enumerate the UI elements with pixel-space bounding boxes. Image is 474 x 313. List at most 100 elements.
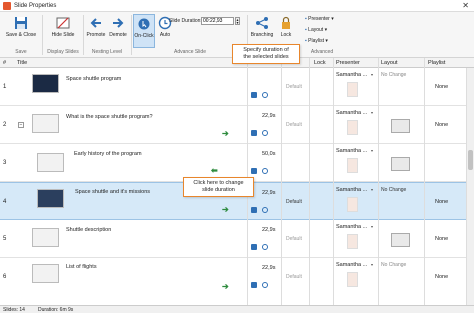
slide-title: Early history of the program [74,151,142,157]
copy-icon[interactable] [251,92,257,98]
playlist-dropdown[interactable]: ▪ Playlist ▾ [305,38,328,44]
default-lock: Default [286,199,302,205]
tooltip-line: the selected slides [243,54,289,60]
layout-dropdown[interactable]: ▪ Layout ▾ [305,27,327,33]
default-lock: Default [286,84,302,90]
playlist-value[interactable]: None [435,236,448,242]
tooltip-line: slide duration [202,187,235,193]
playlist-value[interactable]: None [435,274,448,280]
arrow-right-icon[interactable]: ➔ [222,205,229,214]
duration-value[interactable]: 22,9s [262,113,275,119]
duration-value[interactable]: 50,0s [262,151,275,157]
copy-icon[interactable] [251,207,257,213]
collapse-icon[interactable]: − [18,122,24,128]
playlist-value[interactable]: None [435,84,448,90]
default-lock: Default [286,122,302,128]
save-close-label: Save & Close [5,32,37,38]
duration-spinner[interactable]: ▴ ▾ [235,17,240,25]
playlist-value[interactable]: None [435,199,448,205]
presenter-name[interactable]: Samantha ... [336,187,367,193]
col-lock[interactable]: Lock [314,60,326,66]
demote-button[interactable]: Demote [108,16,128,38]
layout-thumbnail[interactable] [391,119,410,133]
branching-button[interactable]: Branching [250,16,274,38]
layout-value[interactable]: No Change [381,187,406,193]
tooltip-line: Click here to change [193,180,244,186]
tooltip-line: Specify duration of [243,47,289,53]
row-number: 4 [3,199,7,205]
dropdown-icon[interactable]: ▾ [371,262,373,267]
col-title[interactable]: Title [17,60,27,66]
arrow-left-icon[interactable]: ⬅ [211,166,218,175]
presenter-name[interactable]: Samantha ... [336,148,367,154]
table-row[interactable]: 5 Shuttle description 22,9s Default Sama… [0,220,466,258]
close-icon[interactable]: ✕ [462,1,469,10]
col-playlist[interactable]: Playlist [428,60,445,66]
demote-label: Demote [109,32,127,38]
presenter-photo [347,120,358,135]
group-display: Display Slides [47,49,79,55]
hide-slide-button[interactable]: Hide Slide [46,16,80,38]
branching-label: Branching [250,32,274,38]
table-row[interactable]: 1 Space shuttle program Default Samantha… [0,68,466,106]
dropdown-icon[interactable]: ▾ [371,187,373,192]
table-row[interactable]: 6 List of flights ➔ 22,9s Default Samant… [0,258,466,305]
mouse-click-icon [138,18,150,30]
copy-icon[interactable] [251,130,257,136]
timer-icon[interactable] [262,207,268,213]
save-close-button[interactable]: Save & Close [4,16,38,38]
slide-duration-input[interactable] [201,17,234,25]
slide-thumbnail [37,189,64,208]
promote-button[interactable]: Promote [86,16,106,38]
presenter-name[interactable]: Samantha ... [336,262,367,268]
slide-title: Space shuttle and it's missions [75,189,151,195]
playlist-label: Playlist [308,38,325,44]
group-advanced: Advanced [310,49,334,55]
dropdown-icon[interactable]: ▾ [371,224,373,229]
layout-thumbnail[interactable] [391,233,410,247]
col-num: # [3,60,7,66]
presenter-photo [347,234,358,249]
presenter-photo [347,197,358,212]
col-layout[interactable]: Layout [381,60,398,66]
change-duration-tooltip: Click here to change slide duration [183,177,254,197]
copy-icon[interactable] [251,282,257,288]
dropdown-icon[interactable]: ▾ [371,110,373,115]
presenter-name[interactable]: Samantha ... [336,224,367,230]
vertical-scrollbar[interactable] [466,68,474,305]
total-duration: Duration: 6m 9s [38,307,74,313]
copy-icon[interactable] [251,168,257,174]
row-number: 3 [3,160,7,166]
hide-slide-label: Hide Slide [51,32,75,38]
layout-value[interactable]: No Change [381,72,406,78]
timer-icon[interactable] [262,282,268,288]
slide-title: Space shuttle program [66,76,122,82]
timer-icon[interactable] [262,92,268,98]
dropdown-icon[interactable]: ▾ [371,148,373,153]
layout-thumbnail[interactable] [391,157,410,171]
duration-value[interactable]: 22,9s [262,227,275,233]
table-row[interactable]: 2 − What is the space shuttle program? ➔… [0,106,466,144]
duration-value[interactable]: 22,9s [262,190,275,196]
timer-icon[interactable] [262,244,268,250]
on-click-button[interactable]: On-Click [133,14,155,48]
copy-icon[interactable] [251,244,257,250]
presenter-name[interactable]: Samantha ... [336,110,367,116]
arrow-right-icon[interactable]: ➔ [222,129,229,138]
layout-value[interactable]: No Change [381,262,406,268]
presenter-name[interactable]: Samantha ... [336,72,367,78]
lock-label: Lock [280,32,292,38]
default-lock: Default [286,274,302,280]
row-number: 5 [3,236,7,242]
dropdown-icon[interactable]: ▾ [371,72,373,77]
timer-icon[interactable] [262,168,268,174]
duration-value[interactable]: 22,9s [262,265,275,271]
presenter-photo [347,272,358,287]
col-presenter[interactable]: Presenter [336,60,360,66]
lock-button[interactable]: Lock [277,16,295,38]
playlist-value[interactable]: None [435,122,448,128]
presenter-dropdown[interactable]: ▪ Presenter ▾ [305,16,334,22]
scrollbar-thumb[interactable] [468,150,473,170]
timer-icon[interactable] [262,130,268,136]
arrow-right-icon[interactable]: ➔ [222,282,229,291]
